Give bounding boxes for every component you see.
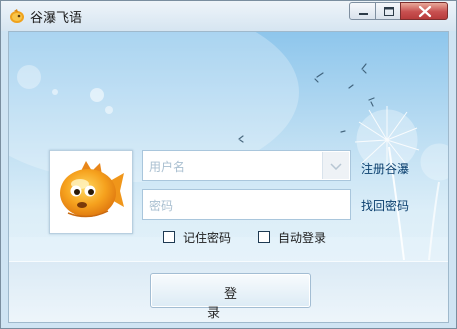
minimize-icon [359,13,368,15]
login-button[interactable]: 登 录 [150,273,311,321]
minimize-button[interactable] [349,2,376,20]
title-bar[interactable]: 谷瀑飞语 [1,1,456,31]
auto-login-checkbox[interactable] [258,231,270,243]
login-button-label: 登 录 [206,287,319,321]
login-window: 谷瀑飞语 用户名 注册谷瀑 密码 找回密码 记住密码 自动登录 登 录 [0,0,457,329]
password-field[interactable]: 密码 [142,189,351,220]
maximize-icon [384,7,394,16]
maximize-button[interactable] [375,2,401,20]
login-panel: 用户名 注册谷瀑 密码 找回密码 记住密码 自动登录 登 录 [8,31,449,323]
app-logo-icon [10,9,24,23]
register-link[interactable]: 注册谷瀑 [361,160,409,177]
close-icon [418,5,432,18]
username-dropdown-button[interactable] [322,152,349,179]
username-field[interactable]: 用户名 [142,150,351,181]
chevron-down-icon [330,163,342,170]
forgot-password-link[interactable]: 找回密码 [361,197,409,214]
user-avatar[interactable] [49,150,133,234]
pufferfish-avatar-icon [60,161,124,218]
window-title: 谷瀑飞语 [30,11,83,26]
username-placeholder: 用户名 [149,160,186,174]
remember-password-checkbox[interactable] [163,231,175,243]
auto-login-label[interactable]: 自动登录 [278,229,326,246]
remember-password-label[interactable]: 记住密码 [183,229,231,246]
close-button[interactable] [400,2,448,20]
password-placeholder: 密码 [149,199,174,213]
